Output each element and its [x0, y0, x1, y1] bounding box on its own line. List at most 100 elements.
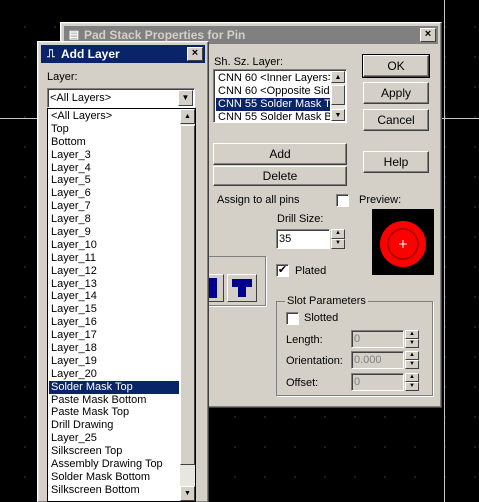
- offset-input[interactable]: 0: [351, 373, 404, 391]
- scroll-thumb[interactable]: [331, 85, 345, 105]
- assign-all-pins-checkbox[interactable]: [336, 194, 349, 207]
- scroll-up-icon[interactable]: ▲: [331, 71, 345, 83]
- thermal-shape-icon: [232, 279, 252, 297]
- layer-dropdown-item[interactable]: Bottom: [49, 136, 179, 149]
- add-layer-titlebar[interactable]: ⎍ Add Layer ×: [41, 45, 205, 63]
- layer-combo-value: <All Layers>: [50, 92, 112, 104]
- layer-dropdown-item[interactable]: Layer_14: [49, 290, 179, 303]
- drill-size-stepper[interactable]: ▲ ▼: [331, 229, 345, 249]
- layer-dropdown-item[interactable]: Layer_13: [49, 278, 179, 291]
- layer-dropdown-item[interactable]: Assembly Drawing Top: [49, 458, 179, 471]
- orientation-label: Orientation:: [286, 355, 343, 367]
- orientation-value: 0.000: [354, 354, 382, 366]
- add-button[interactable]: Add: [213, 143, 347, 165]
- spin-up-icon[interactable]: ▲: [405, 330, 419, 339]
- scroll-down-icon[interactable]: ▼: [180, 486, 195, 501]
- layer-dropdown-item[interactable]: Solder Mask Bottom: [49, 471, 179, 484]
- layer-dropdown-item[interactable]: Layer_17: [49, 329, 179, 342]
- layer-dropdown-list[interactable]: <All Layers> Top Bottom Layer_3 Layer_4 Layer…: [47, 108, 196, 502]
- slotted-label: Slotted: [304, 312, 339, 324]
- length-stepper[interactable]: ▲ ▼: [405, 330, 419, 348]
- layer-dropdown-item[interactable]: Layer_12: [49, 265, 179, 278]
- layer-dropdown-item[interactable]: Layer_10: [49, 239, 179, 252]
- layer-list-scrollbar[interactable]: ▲ ▼: [331, 71, 345, 121]
- layer-dropdown-item[interactable]: Layer_4: [49, 162, 179, 175]
- orientation-stepper[interactable]: ▲ ▼: [405, 351, 419, 369]
- layer-dropdown-item[interactable]: Layer_8: [49, 213, 179, 226]
- layer-icon: ⎍: [47, 48, 55, 60]
- length-label: Length:: [286, 334, 323, 346]
- slotted-checkbox[interactable]: [286, 312, 299, 325]
- layer-dropdown-item[interactable]: Layer_11: [49, 252, 179, 265]
- layer-dropdown-item[interactable]: Layer_18: [49, 342, 179, 355]
- scroll-up-icon[interactable]: ▲: [180, 109, 195, 124]
- cancel-button[interactable]: Cancel: [363, 109, 429, 131]
- offset-value: 0: [354, 376, 361, 388]
- spin-down-icon[interactable]: ▼: [405, 360, 419, 369]
- close-icon[interactable]: ×: [187, 47, 203, 61]
- layer-dropdown-item[interactable]: Layer_7: [49, 200, 179, 213]
- preview-label: Preview:: [359, 194, 402, 206]
- oblong-pad-shape-button[interactable]: [227, 274, 257, 302]
- delete-button[interactable]: Delete: [213, 166, 347, 186]
- add-layer-title: Add Layer: [61, 47, 120, 61]
- pad-preview-graphic: [380, 221, 426, 267]
- layer-dropdown-item[interactable]: Silkscreen Bottom: [49, 484, 179, 497]
- layer-list-item[interactable]: CNN 60 <Opposite Side: [216, 85, 330, 98]
- slot-parameters-label: Slot Parameters: [285, 295, 368, 307]
- layer-dropdown-item[interactable]: Layer_6: [49, 187, 179, 200]
- layer-listbox[interactable]: CNN 60 <Inner Layers> CNN 60 <Opposite Si…: [213, 69, 347, 123]
- pad-stack-title: Pad Stack Properties for Pin: [84, 28, 246, 42]
- pad-preview: [372, 209, 434, 275]
- spin-down-icon[interactable]: ▼: [405, 339, 419, 348]
- dropdown-arrow-icon[interactable]: ▼: [178, 90, 193, 106]
- plated-label: Plated: [295, 265, 327, 277]
- layer-dropdown-item[interactable]: Top: [49, 123, 179, 136]
- layer-list-item[interactable]: CNN 55 Solder Mask Bo: [216, 111, 330, 122]
- assign-all-pins-label: Assign to all pins: [217, 194, 300, 206]
- layer-dropdown-item[interactable]: Paste Mask Bottom: [49, 394, 179, 407]
- layer-dropdown-item[interactable]: Layer_16: [49, 316, 179, 329]
- ok-button[interactable]: OK: [362, 54, 430, 78]
- layer-dropdown-item[interactable]: Layer_19: [49, 355, 179, 368]
- drill-size-value: 35: [279, 233, 292, 245]
- layer-combo[interactable]: <All Layers> ▼: [47, 88, 195, 108]
- spin-up-icon[interactable]: ▲: [331, 229, 345, 239]
- drill-size-input[interactable]: 35: [276, 229, 330, 249]
- layer-dropdown-item[interactable]: Layer_9: [49, 226, 179, 239]
- orientation-input[interactable]: 0.000: [351, 351, 404, 369]
- layer-dropdown-item[interactable]: Layer_3: [49, 149, 179, 162]
- apply-button[interactable]: Apply: [363, 82, 429, 104]
- layer-label: Layer:: [47, 71, 78, 83]
- spin-up-icon[interactable]: ▲: [405, 373, 419, 382]
- layer-list-item[interactable]: CNN 55 Solder Mask To: [216, 97, 330, 111]
- layer-list-item[interactable]: CNN 60 <Inner Layers>: [216, 72, 330, 85]
- plated-checkbox[interactable]: ✔: [276, 264, 289, 277]
- app-icon: ▤: [68, 29, 80, 41]
- length-value: 0: [354, 333, 361, 345]
- layer-dropdown-item[interactable]: Solder Mask Top: [49, 380, 179, 394]
- offset-label: Offset:: [286, 377, 319, 389]
- layer-dropdown-item[interactable]: <All Layers>: [49, 110, 179, 123]
- help-button[interactable]: Help: [363, 151, 429, 173]
- sh-sz-layer-label: Sh. Sz. Layer:: [214, 56, 284, 68]
- layer-dropdown-item[interactable]: Drill Drawing: [49, 419, 179, 432]
- drill-size-label: Drill Size:: [277, 213, 324, 225]
- length-input[interactable]: 0: [351, 330, 404, 348]
- layer-dropdown-scrollbar[interactable]: ▲ ▼: [180, 109, 195, 501]
- canvas-crosshair-vertical: [444, 0, 445, 502]
- offset-stepper[interactable]: ▲ ▼: [405, 373, 419, 391]
- add-layer-dialog: ⎍ Add Layer × Layer: <All Layers> ▼ <All…: [37, 41, 209, 502]
- layer-dropdown-item[interactable]: Paste Mask Top: [49, 406, 179, 419]
- layer-dropdown-item[interactable]: Layer_20: [49, 368, 179, 381]
- layer-dropdown-item[interactable]: Layer_25: [49, 432, 179, 445]
- spin-down-icon[interactable]: ▼: [405, 382, 419, 391]
- layer-dropdown-item[interactable]: Layer_15: [49, 303, 179, 316]
- scroll-down-icon[interactable]: ▼: [331, 109, 345, 121]
- close-icon[interactable]: ×: [420, 28, 436, 42]
- spin-up-icon[interactable]: ▲: [405, 351, 419, 360]
- layer-dropdown-item[interactable]: Layer_5: [49, 174, 179, 187]
- layer-dropdown-item[interactable]: Silkscreen Top: [49, 445, 179, 458]
- spin-down-icon[interactable]: ▼: [331, 239, 345, 249]
- scroll-thumb[interactable]: [180, 125, 195, 465]
